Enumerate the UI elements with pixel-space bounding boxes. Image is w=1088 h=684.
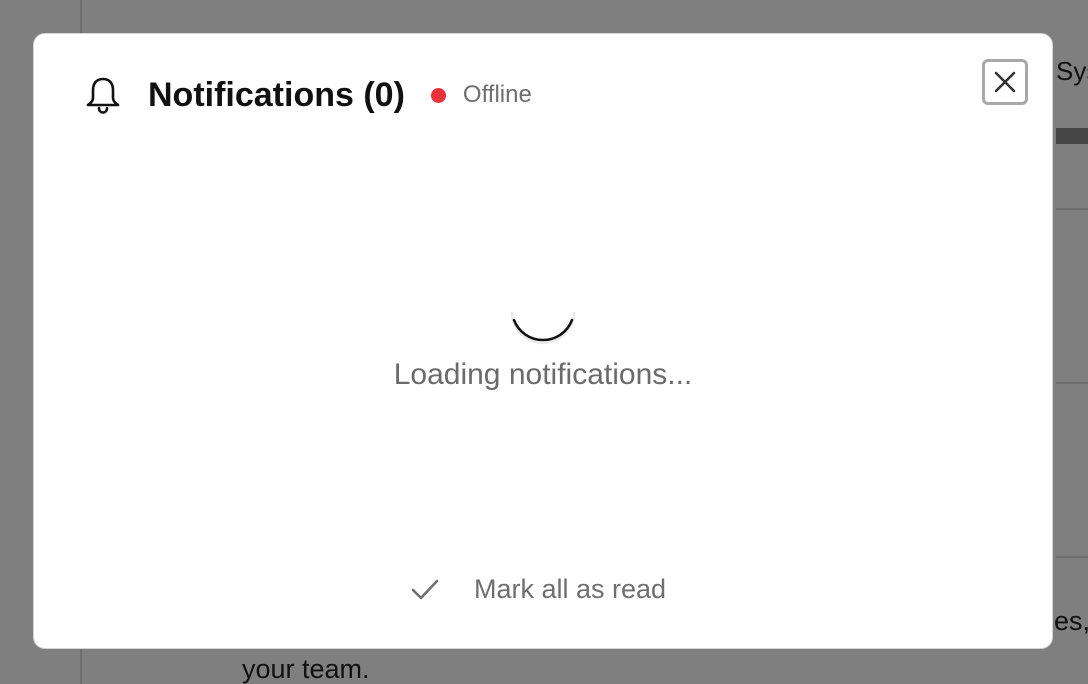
bell-icon bbox=[86, 77, 120, 114]
loading-state: Loading notifications... bbox=[34, 302, 1052, 392]
status-indicator-dot bbox=[430, 87, 446, 103]
modal-title: Notifications (0) bbox=[148, 75, 405, 114]
notifications-modal: Notifications (0) Offline Loading notifi… bbox=[33, 33, 1053, 649]
modal-header: Notifications (0) Offline bbox=[84, 72, 532, 118]
loading-text: Loading notifications... bbox=[393, 358, 693, 391]
mark-all-read-button[interactable]: Mark all as read bbox=[410, 574, 666, 605]
connection-status: Offline bbox=[462, 81, 532, 108]
mark-all-read-label: Mark all as read bbox=[474, 574, 667, 604]
check-icon bbox=[411, 579, 439, 599]
close-icon bbox=[994, 71, 1016, 93]
spinner-icon bbox=[510, 311, 576, 345]
close-button[interactable] bbox=[982, 59, 1028, 105]
